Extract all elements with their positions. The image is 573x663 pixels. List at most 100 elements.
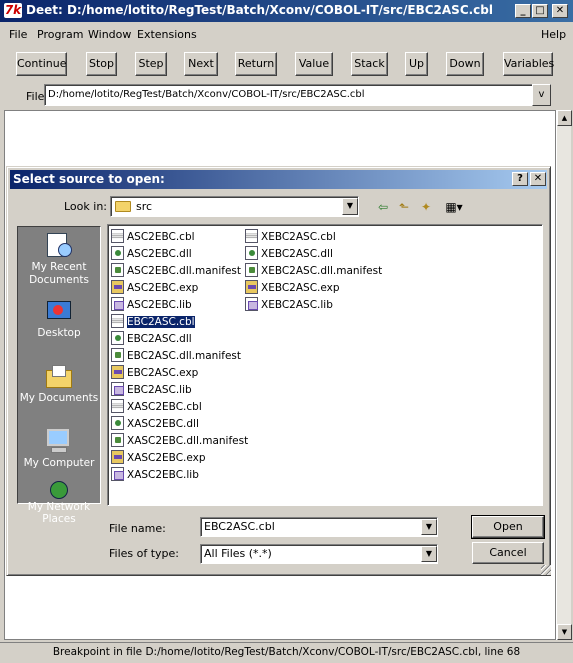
stack-button[interactable]: Stack <box>351 52 388 76</box>
man-file-icon <box>111 263 124 277</box>
file-dropdown-button[interactable]: v <box>532 84 551 106</box>
cbl-file-icon <box>111 399 124 413</box>
file-item[interactable]: XASC2EBC.cbl <box>111 399 202 415</box>
cancel-button[interactable]: Cancel <box>472 542 544 564</box>
lib-file-icon <box>111 467 124 481</box>
my-computer-icon <box>44 427 74 455</box>
file-item[interactable]: XEBC2ASC.dll <box>245 246 333 262</box>
place-desktop[interactable]: Desktop <box>18 297 100 340</box>
menu-extensions[interactable]: Extensions <box>137 28 197 41</box>
file-item-name: XEBC2ASC.dll.manifest <box>261 265 383 277</box>
file-item[interactable]: XEBC2ASC.lib <box>245 297 333 313</box>
menu-help[interactable]: Help <box>541 28 566 41</box>
exp-file-icon <box>245 280 258 294</box>
look-in-value: src <box>136 200 153 213</box>
vertical-scrollbar[interactable]: ▲ ▼ <box>556 110 572 640</box>
dialog-close-icon[interactable]: ✕ <box>530 172 546 186</box>
file-item[interactable]: EBC2ASC.cbl <box>111 314 196 330</box>
place-recent[interactable]: My Recent Documents <box>18 231 100 287</box>
files-of-type-dropdown-icon[interactable]: ▼ <box>421 546 437 562</box>
man-file-icon <box>245 263 258 277</box>
minimize-icon[interactable]: _ <box>515 4 531 18</box>
help-icon[interactable]: ? <box>512 172 528 186</box>
file-item[interactable]: XEBC2ASC.exp <box>245 280 340 296</box>
file-path-field[interactable]: D:/home/lotito/RegTest/Batch/Xconv/COBOL… <box>44 84 533 106</box>
status-bar: Breakpoint in file D:/home/lotito/RegTes… <box>0 642 573 663</box>
new-folder-icon[interactable]: ✦ <box>417 199 435 215</box>
exp-file-icon <box>111 365 124 379</box>
cbl-file-icon <box>111 314 124 328</box>
menu-bar: File Program Window Extensions Help <box>0 24 573 46</box>
file-item-name: XASC2EBC.dll <box>127 418 199 430</box>
value-button[interactable]: Value <box>295 52 333 76</box>
file-item[interactable]: XASC2EBC.dll <box>111 416 199 432</box>
file-item[interactable]: XEBC2ASC.cbl <box>245 229 336 245</box>
file-item-name: ASC2EBC.dll <box>127 248 192 260</box>
window-title-bar[interactable]: 7k Deet: D:/home/lotito/RegTest/Batch/Xc… <box>0 0 573 22</box>
menu-file[interactable]: File <box>9 28 27 41</box>
file-item[interactable]: ASC2EBC.lib <box>111 297 192 313</box>
look-in-label: Look in: <box>64 200 107 213</box>
file-item-name: ASC2EBC.lib <box>127 299 192 311</box>
window-title: Deet: D:/home/lotito/RegTest/Batch/Xconv… <box>26 3 493 17</box>
dialog-title: Select source to open: <box>13 172 165 186</box>
close-icon[interactable]: ✕ <box>552 4 568 18</box>
file-item[interactable]: XASC2EBC.dll.manifest <box>111 433 248 449</box>
view-menu-icon[interactable]: ▦▾ <box>441 199 467 215</box>
dll-file-icon <box>111 331 124 345</box>
file-item[interactable]: EBC2ASC.lib <box>111 382 192 398</box>
exp-file-icon <box>111 280 124 294</box>
maximize-icon[interactable]: □ <box>532 4 548 18</box>
dll-file-icon <box>245 246 258 260</box>
variables-button[interactable]: Variables <box>503 52 554 76</box>
place-label: My Recent Documents <box>29 261 89 286</box>
file-item[interactable]: XASC2EBC.exp <box>111 450 206 466</box>
exp-file-icon <box>111 450 124 464</box>
file-item-name: XEBC2ASC.lib <box>261 299 333 311</box>
return-button[interactable]: Return <box>235 52 277 76</box>
file-item-name: XEBC2ASC.cbl <box>261 231 336 243</box>
folder-icon <box>115 201 131 212</box>
menu-window[interactable]: Window <box>88 28 131 41</box>
file-item[interactable]: EBC2ASC.dll.manifest <box>111 348 241 364</box>
up-button[interactable]: Up <box>405 52 428 76</box>
continue-button[interactable]: Continue <box>16 52 67 76</box>
back-icon[interactable]: ⇦ <box>374 199 392 215</box>
place-network[interactable]: My Network Places <box>18 481 100 525</box>
file-item-name: XEBC2ASC.exp <box>261 282 340 294</box>
file-list[interactable]: ASC2EBC.cbl ASC2EBC.dll ASC2EBC.dll.manife… <box>107 224 543 506</box>
place-my-computer[interactable]: My Computer <box>18 427 100 470</box>
place-my-documents[interactable]: My Documents <box>18 362 100 405</box>
file-item-name: ASC2EBC.dll.manifest <box>127 265 241 277</box>
scroll-down-icon[interactable]: ▼ <box>557 624 572 640</box>
file-item-name: XASC2EBC.cbl <box>127 401 202 413</box>
next-button[interactable]: Next <box>184 52 218 76</box>
look-in-combo[interactable]: src <box>110 196 359 217</box>
file-item[interactable]: ASC2EBC.dll.manifest <box>111 263 241 279</box>
file-name-input[interactable]: EBC2ASC.cbl <box>200 517 438 537</box>
file-item[interactable]: ASC2EBC.cbl <box>111 229 195 245</box>
scroll-up-icon[interactable]: ▲ <box>557 110 572 126</box>
files-of-type-select[interactable]: All Files (*.*) <box>200 544 438 564</box>
app-icon: 7k <box>4 3 22 18</box>
menu-program[interactable]: Program <box>37 28 83 41</box>
file-item[interactable]: ASC2EBC.dll <box>111 246 192 262</box>
resize-grip[interactable] <box>541 565 551 575</box>
files-of-type-label: Files of type: <box>109 547 180 560</box>
down-button[interactable]: Down <box>446 52 484 76</box>
stop-button[interactable]: Stop <box>86 52 117 76</box>
step-button[interactable]: Step <box>135 52 167 76</box>
file-item[interactable]: EBC2ASC.exp <box>111 365 198 381</box>
file-item[interactable]: XEBC2ASC.dll.manifest <box>245 263 382 279</box>
file-item[interactable]: XASC2EBC.lib <box>111 467 199 483</box>
up-folder-icon[interactable]: ⬑ <box>395 199 413 215</box>
dialog-title-bar[interactable]: Select source to open: ? ✕ <box>10 170 547 189</box>
file-item[interactable]: EBC2ASC.dll <box>111 331 192 347</box>
file-item-name: ASC2EBC.exp <box>127 282 199 294</box>
place-label: Desktop <box>37 327 81 339</box>
open-button[interactable]: Open <box>471 515 545 539</box>
lib-file-icon <box>245 297 258 311</box>
file-item[interactable]: ASC2EBC.exp <box>111 280 198 296</box>
look-in-dropdown-icon[interactable]: ▼ <box>342 198 358 215</box>
file-name-dropdown-icon[interactable]: ▼ <box>421 519 437 535</box>
